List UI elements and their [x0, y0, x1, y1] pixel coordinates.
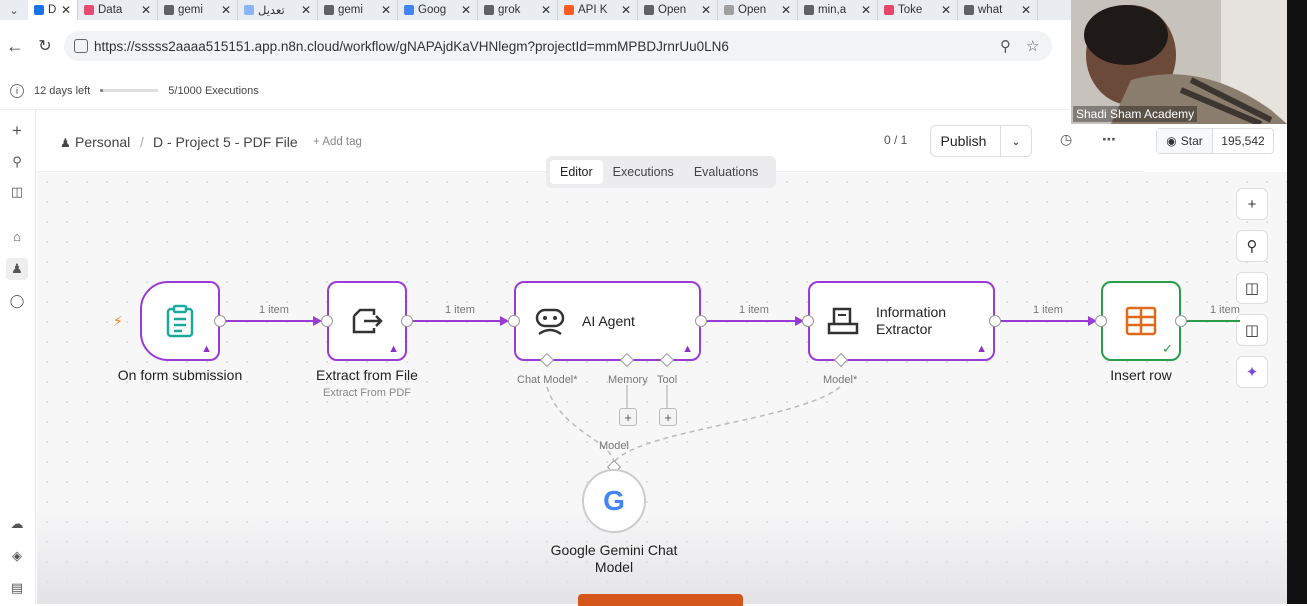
file-export-icon — [352, 308, 383, 334]
node-ai-agent[interactable]: AI Agent ▲ — [514, 281, 701, 361]
node-form-trigger[interactable]: ▲ — [140, 281, 220, 361]
pin-icon: ▲ — [201, 343, 212, 355]
port-out[interactable] — [989, 315, 1001, 327]
table-icon — [1125, 306, 1157, 336]
trigger-bolt-icon: ⚡ — [113, 313, 123, 329]
port-in[interactable] — [508, 315, 520, 327]
google-logo-icon: G — [603, 485, 625, 516]
node-label: Insert row — [1110, 367, 1172, 383]
node-label-line2: Extractor — [876, 321, 933, 337]
edge-label-2: 1 item — [445, 304, 475, 316]
screen-edge — [1287, 0, 1307, 604]
node-label-line1: Information — [876, 304, 947, 320]
robot-icon — [535, 308, 565, 336]
edge-gemini-model — [613, 386, 841, 463]
add-memory-button[interactable]: + — [619, 408, 637, 426]
model-port-label: Model — [599, 440, 629, 452]
presenter-name: Shadi Sham Academy — [1073, 106, 1198, 122]
node-label: On form submission — [117, 367, 243, 383]
model-label: Model* — [823, 374, 858, 386]
pin-icon: ▲ — [682, 343, 693, 355]
chat-model-label: Chat Model* — [517, 374, 578, 386]
execute-workflow-button[interactable] — [578, 594, 743, 606]
node-extract-from-file[interactable]: ▲ — [327, 281, 407, 361]
node-label: Extract from File — [316, 367, 418, 383]
node-label-line2: Model — [594, 559, 634, 575]
webcam-overlay: Shadi Sham Academy — [1071, 0, 1287, 124]
memory-label: Memory — [608, 374, 648, 386]
edge-label-4: 1 item — [1033, 304, 1063, 316]
port-out[interactable] — [695, 315, 707, 327]
pin-icon: ▲ — [976, 343, 987, 355]
port-in[interactable] — [321, 315, 333, 327]
node-insert-row[interactable]: ✓ — [1101, 281, 1181, 361]
node-sublabel: Extract From PDF — [322, 387, 411, 399]
port-out[interactable] — [401, 315, 413, 327]
port-out[interactable] — [214, 315, 226, 327]
node-label: AI Agent — [582, 312, 635, 329]
pin-icon: ▲ — [388, 343, 399, 355]
node-google-gemini[interactable]: G — [582, 469, 646, 533]
port-out[interactable] — [1175, 315, 1187, 327]
success-check-icon: ✓ — [1162, 341, 1173, 356]
edge-label-1: 1 item — [259, 304, 289, 316]
add-tool-button[interactable]: + — [659, 408, 677, 426]
extractor-icon — [827, 307, 859, 335]
edge-label-5: 1 item — [1210, 304, 1240, 316]
port-in[interactable] — [802, 315, 814, 327]
port-in[interactable] — [1095, 315, 1107, 327]
tool-label: Tool — [657, 374, 678, 386]
node-information-extractor[interactable]: Information Extractor ▲ — [808, 281, 995, 361]
node-label-line1: Google Gemini Chat — [550, 542, 678, 558]
clipboard-icon — [166, 304, 194, 338]
edge-label-3: 1 item — [739, 304, 769, 316]
